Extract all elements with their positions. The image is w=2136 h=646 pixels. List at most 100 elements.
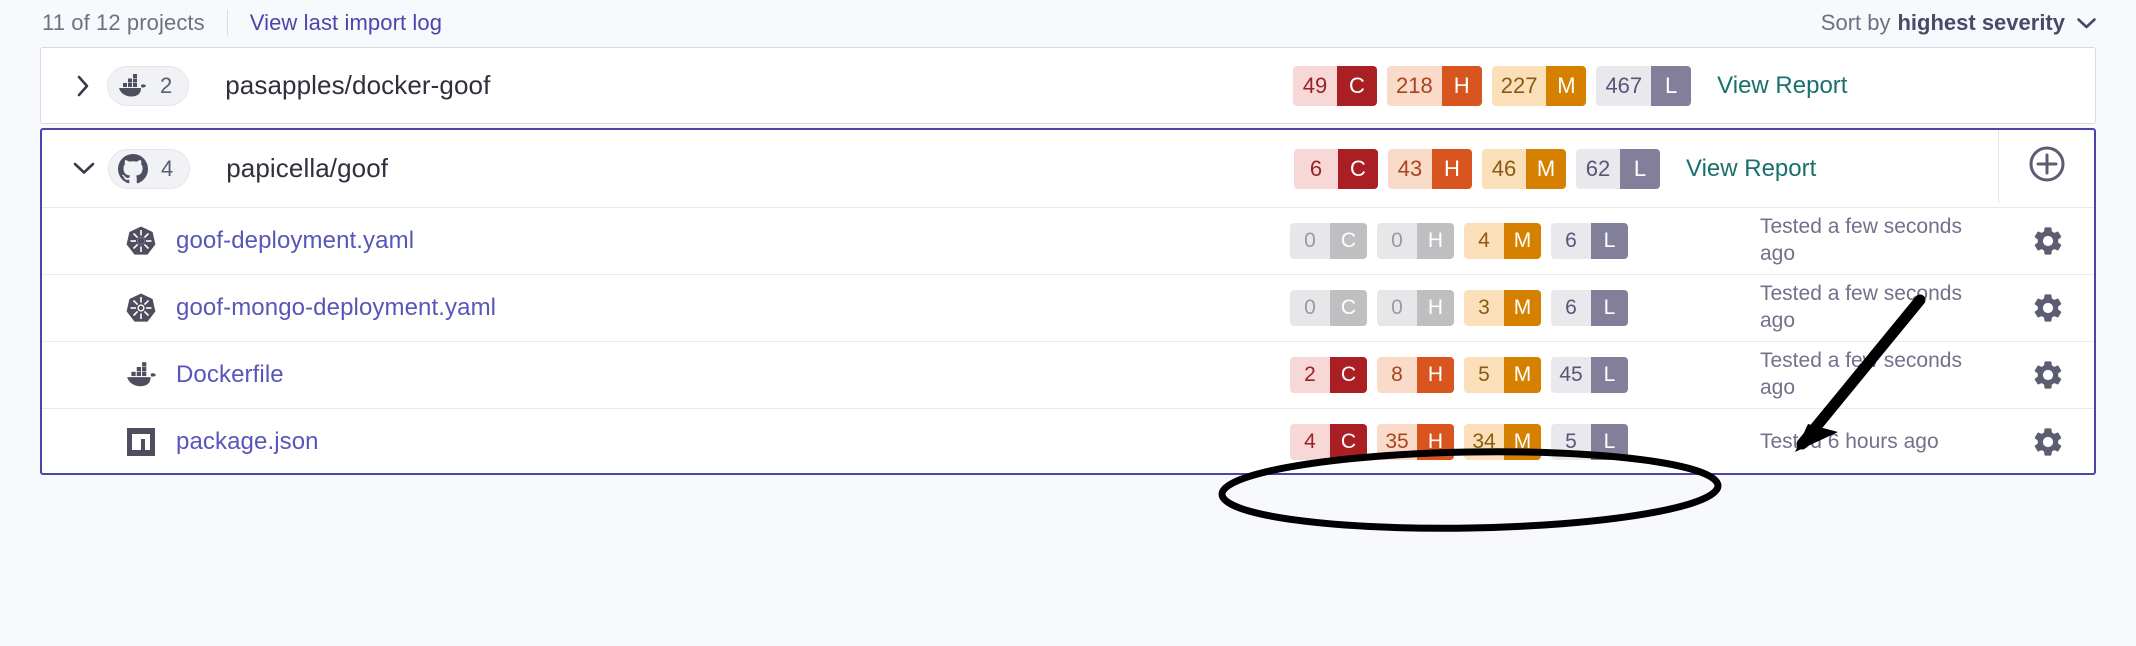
severity-low: 6 L <box>1551 290 1628 326</box>
tested-timestamp: Tested 6 hours ago <box>1760 429 1939 453</box>
severity-count: 467 <box>1596 65 1652 106</box>
severity-count: 5 <box>1551 424 1591 460</box>
severity-letter: H <box>1417 357 1454 393</box>
severity-high: 0 H <box>1377 290 1454 326</box>
view-report-link[interactable]: View Report <box>1686 155 1816 183</box>
severity-count: 0 <box>1290 223 1330 259</box>
tested-timestamp: Tested a few seconds ago <box>1760 349 1962 399</box>
docker-icon <box>116 70 148 102</box>
file-name[interactable]: package.json <box>176 428 319 456</box>
gear-icon[interactable] <box>2030 357 2066 393</box>
chevron-down-icon[interactable] <box>66 162 102 175</box>
add-project-button[interactable] <box>1998 130 2094 203</box>
kubernetes-icon <box>124 224 158 258</box>
severity-count: 4 <box>1464 223 1504 259</box>
severity-critical: 4 C <box>1290 424 1367 460</box>
docker-icon <box>124 358 158 392</box>
severity-high: 0 H <box>1377 223 1454 259</box>
severity-critical: 49 C <box>1293 65 1377 106</box>
severity-badges: 0 C 0 H 4 M 6 L <box>1290 223 1638 259</box>
severity-low: 467 L <box>1596 65 1692 106</box>
severity-high: 35 H <box>1377 424 1454 460</box>
severity-count: 62 <box>1576 148 1620 189</box>
severity-high: 8 H <box>1377 357 1454 393</box>
severity-count: 35 <box>1377 424 1417 460</box>
severity-critical: 2 C <box>1290 357 1367 393</box>
severity-letter: H <box>1417 290 1454 326</box>
severity-count: 218 <box>1387 65 1442 106</box>
sort-by-label: Sort by <box>1820 10 1891 35</box>
severity-count: 6 <box>1551 290 1591 326</box>
severity-letter: L <box>1651 65 1692 106</box>
severity-medium: 4 M <box>1464 223 1541 259</box>
toolbar-left-group: 11 of 12 projects View last import log <box>42 10 442 36</box>
sort-by-value: highest severity <box>1897 10 2065 35</box>
target-count: 2 <box>160 72 173 98</box>
severity-letter: M <box>1526 148 1566 189</box>
severity-letter: H <box>1441 65 1482 106</box>
project-name[interactable]: papicella/goof <box>226 153 388 184</box>
severity-count: 6 <box>1551 223 1591 259</box>
view-report-link[interactable]: View Report <box>1717 72 1847 100</box>
project-count-label: 11 of 12 projects <box>42 10 205 35</box>
sort-by-dropdown[interactable]: Sort by highest severity <box>1821 10 2096 36</box>
severity-count: 49 <box>1293 65 1337 106</box>
severity-medium: 3 M <box>1464 290 1541 326</box>
severity-letter: C <box>1338 148 1378 189</box>
source-chip: 4 <box>108 148 191 189</box>
severity-high: 43 H <box>1388 148 1472 189</box>
severity-letter: H <box>1432 148 1472 189</box>
file-name[interactable]: Dockerfile <box>176 361 284 389</box>
file-row: goof-mongo-deployment.yaml 0 C 0 H 3 M 6… <box>42 274 2094 341</box>
severity-letter: L <box>1591 357 1628 393</box>
chevron-down-icon <box>2077 17 2096 29</box>
severity-low: 6 L <box>1551 223 1628 259</box>
severity-count: 0 <box>1290 290 1330 326</box>
file-row: goof-deployment.yaml 0 C 0 H 4 M 6 L Tes… <box>42 207 2094 274</box>
gear-icon[interactable] <box>2030 290 2066 326</box>
severity-medium: 5 M <box>1464 357 1541 393</box>
severity-count: 5 <box>1464 357 1504 393</box>
severity-medium: 227 M <box>1491 65 1587 106</box>
severity-badges: 4 C 35 H 34 M 5 L <box>1290 424 1638 460</box>
severity-count: 2 <box>1290 357 1330 393</box>
file-name[interactable]: goof-mongo-deployment.yaml <box>176 294 496 322</box>
file-name[interactable]: goof-deployment.yaml <box>176 227 414 255</box>
page-toolbar: 11 of 12 projects View last import log S… <box>0 0 2136 46</box>
severity-count: 45 <box>1551 357 1591 393</box>
gear-icon[interactable] <box>2030 424 2066 460</box>
severity-high: 218 H <box>1387 65 1482 106</box>
severity-low: 62 L <box>1576 148 1660 189</box>
severity-letter: H <box>1417 424 1454 460</box>
kubernetes-icon <box>124 291 158 325</box>
severity-letter: H <box>1417 223 1454 259</box>
severity-badges: 49 C 218 H 227 M 467 L View Report <box>1293 65 1847 106</box>
file-row: package.json 4 C 35 H 34 M 5 L Tested 6 … <box>42 408 2094 475</box>
severity-critical: 0 C <box>1290 223 1367 259</box>
project-card-goof: 4 papicella/goof 6 C 43 H 46 M 62 L View… <box>40 128 2096 475</box>
view-last-import-log-link[interactable]: View last import log <box>250 10 442 36</box>
source-chip: 2 <box>107 65 190 106</box>
severity-badges: 0 C 0 H 3 M 6 L <box>1290 290 1638 326</box>
severity-letter: L <box>1591 424 1628 460</box>
severity-letter: M <box>1546 65 1587 106</box>
tested-timestamp: Tested a few seconds ago <box>1760 215 1962 265</box>
severity-letter: C <box>1330 424 1367 460</box>
project-name[interactable]: pasapples/docker-goof <box>225 70 490 101</box>
severity-letter: C <box>1330 223 1367 259</box>
github-icon <box>117 153 149 185</box>
severity-badges: 6 C 43 H 46 M 62 L View Report <box>1294 148 1816 189</box>
project-row: 2 pasapples/docker-goof 49 C 218 H 227 M… <box>41 48 2095 123</box>
severity-count: 46 <box>1482 148 1526 189</box>
severity-count: 0 <box>1377 223 1417 259</box>
chevron-right-icon[interactable] <box>65 75 101 97</box>
severity-letter: M <box>1504 357 1541 393</box>
severity-count: 3 <box>1464 290 1504 326</box>
severity-count: 0 <box>1377 290 1417 326</box>
target-count: 4 <box>161 155 174 181</box>
severity-count: 43 <box>1388 148 1432 189</box>
severity-letter: C <box>1330 357 1367 393</box>
gear-icon[interactable] <box>2030 223 2066 259</box>
severity-letter: C <box>1337 65 1377 106</box>
severity-count: 8 <box>1377 357 1417 393</box>
